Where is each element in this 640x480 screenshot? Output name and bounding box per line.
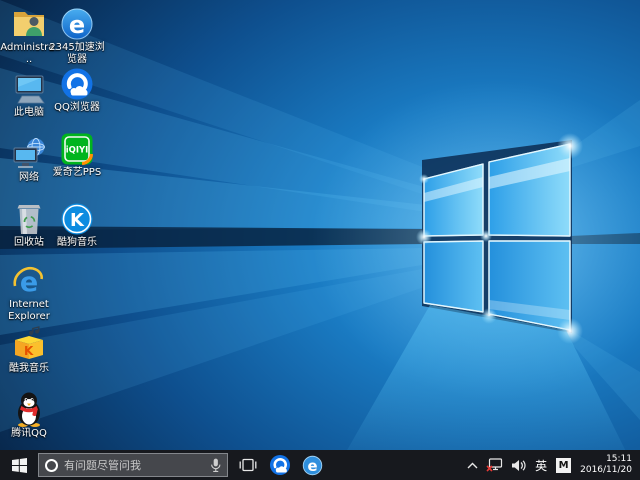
ime-language-indicator[interactable]: 英 xyxy=(530,450,552,480)
desktop-icon-kuwo-music[interactable]: K 酷我音乐 xyxy=(0,326,58,375)
this-pc-icon xyxy=(10,70,48,106)
network-disconnected-icon xyxy=(486,458,503,472)
icon-label: 网络 xyxy=(19,172,39,184)
show-hidden-icons-button[interactable] xyxy=(463,450,482,480)
iqiyi-pps-icon: iQIYI xyxy=(58,130,96,166)
taskbar-qq-browser-button[interactable] xyxy=(264,450,296,480)
taskbar: 有问题尽管问我 xyxy=(0,450,640,480)
icon-label: 2345加速浏览器 xyxy=(48,42,106,66)
icon-label: 酷我音乐 xyxy=(9,363,49,375)
system-tray: 英 M 15:11 2016/11/20 xyxy=(463,450,640,480)
svg-text:K: K xyxy=(70,210,85,231)
svg-text:e: e xyxy=(307,458,317,475)
windows-logo-icon xyxy=(12,458,27,473)
clock-date: 2016/11/20 xyxy=(580,465,632,476)
2345-browser-icon: e xyxy=(58,5,96,41)
icon-label: 回收站 xyxy=(14,237,44,249)
task-view-icon xyxy=(239,458,257,472)
recycle-bin-icon xyxy=(10,200,48,236)
user-folder-icon xyxy=(10,5,48,41)
taskbar-2345-browser-button[interactable]: e xyxy=(296,450,328,480)
desktop-icon-tencent-qq[interactable]: 腾讯QQ xyxy=(0,391,58,440)
svg-text:K: K xyxy=(24,344,34,358)
desktop-icon-kugou-music[interactable]: K 酷狗音乐 xyxy=(48,200,106,249)
search-box[interactable]: 有问题尽管问我 xyxy=(38,453,228,477)
volume-button[interactable] xyxy=(507,450,530,480)
qq-browser-icon xyxy=(269,454,291,476)
icon-label: 腾讯QQ xyxy=(11,428,47,440)
task-view-button[interactable] xyxy=(232,450,264,480)
ime-mode-badge[interactable]: M xyxy=(556,458,571,473)
network-status-button[interactable] xyxy=(482,450,507,480)
2345-browser-icon: e xyxy=(302,455,323,476)
desktop: Administra... 此电脑 xyxy=(0,0,640,480)
icon-label: 爱奇艺PPS xyxy=(53,167,101,179)
icon-label: 此电脑 xyxy=(14,107,44,119)
ime-mode-text: M xyxy=(559,460,569,471)
microphone-icon[interactable] xyxy=(210,457,221,474)
kuwo-music-icon: K xyxy=(10,326,48,362)
desktop-icon-internet-explorer[interactable]: e Internet Explorer xyxy=(0,262,58,323)
desktop-icon-qq-browser[interactable]: QQ浏览器 xyxy=(48,65,106,114)
start-button[interactable] xyxy=(0,450,38,480)
ime-language-text: 英 xyxy=(535,457,547,474)
search-placeholder: 有问题尽管问我 xyxy=(64,457,204,473)
qq-browser-icon xyxy=(58,65,96,101)
kugou-music-icon: K xyxy=(58,200,96,236)
clock-time: 15:11 xyxy=(606,454,632,465)
cortana-circle-icon xyxy=(45,459,58,472)
icon-label: 酷狗音乐 xyxy=(57,237,97,249)
desktop-icon-iqiyi-pps[interactable]: iQIYI 爱奇艺PPS xyxy=(48,130,106,179)
speaker-icon xyxy=(511,459,526,472)
internet-explorer-icon: e xyxy=(10,262,48,298)
icon-label: QQ浏览器 xyxy=(54,102,100,114)
network-icon xyxy=(10,135,48,171)
svg-text:iQIYI: iQIYI xyxy=(66,146,89,156)
clock[interactable]: 15:11 2016/11/20 xyxy=(575,454,640,476)
icon-label: Internet Explorer xyxy=(0,299,58,323)
chevron-up-icon xyxy=(467,462,478,469)
tencent-qq-icon xyxy=(10,391,48,427)
desktop-icon-2345-browser[interactable]: e 2345加速浏览器 xyxy=(48,5,106,66)
svg-text:e: e xyxy=(69,11,85,39)
